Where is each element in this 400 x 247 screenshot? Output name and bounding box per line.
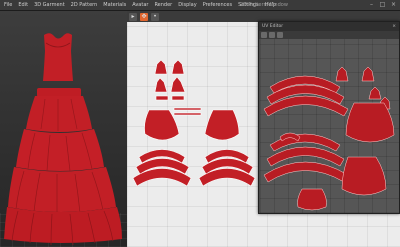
minimize-icon[interactable]: – [368, 1, 375, 8]
tool-icon[interactable] [277, 32, 283, 38]
waistband [37, 88, 81, 97]
tool-icon[interactable] [269, 32, 275, 38]
floating-editor-window[interactable]: UV Editor × [258, 21, 400, 214]
menu-preferences[interactable]: Preferences [203, 0, 232, 11]
menu-materials[interactable]: Materials [103, 0, 126, 11]
app-window: File Edit 3D Garment 2D Pattern Material… [0, 0, 400, 247]
tier1-right [204, 109, 240, 141]
crop-top [43, 33, 73, 81]
pattern-window-title: 2D Pattern Window [240, 2, 288, 8]
waistband-piece-2 [173, 112, 202, 116]
window-controls: – □ × [368, 1, 397, 8]
garment-3d-model[interactable] [0, 11, 127, 247]
menu-3d-garment[interactable]: 3D Garment [34, 0, 65, 11]
menu-2d-pattern[interactable]: 2D Pattern [71, 0, 98, 11]
waistband-piece [173, 107, 202, 111]
3d-viewport[interactable] [0, 11, 127, 247]
menu-edit[interactable]: Edit [18, 0, 28, 11]
tool-icon[interactable] [261, 32, 267, 38]
menubar: File Edit 3D Garment 2D Pattern Material… [0, 0, 400, 11]
floating-window-titlebar[interactable]: UV Editor × [259, 22, 399, 31]
close-icon[interactable]: × [390, 1, 397, 8]
bodice-pieces [154, 59, 186, 101]
menu-avatar[interactable]: Avatar [132, 0, 148, 11]
skirt-tier-1 [26, 96, 92, 132]
skirt-tier-3 [8, 167, 116, 212]
menu-display[interactable]: Display [178, 0, 196, 11]
close-icon[interactable]: × [392, 22, 396, 31]
edit-point-icon[interactable]: • [151, 12, 159, 21]
menu-render[interactable]: Render [154, 0, 172, 11]
floating-window-title: UV Editor [262, 24, 284, 29]
menu-file[interactable]: File [4, 0, 12, 11]
uv-pieces [263, 66, 395, 211]
maximize-icon[interactable]: □ [379, 1, 386, 8]
transform-tool-icon[interactable]: ✥ [140, 12, 148, 21]
uv-canvas[interactable] [260, 39, 399, 213]
floating-window-toolbar [259, 31, 399, 39]
select-tool-icon[interactable]: ▸ [129, 12, 137, 21]
